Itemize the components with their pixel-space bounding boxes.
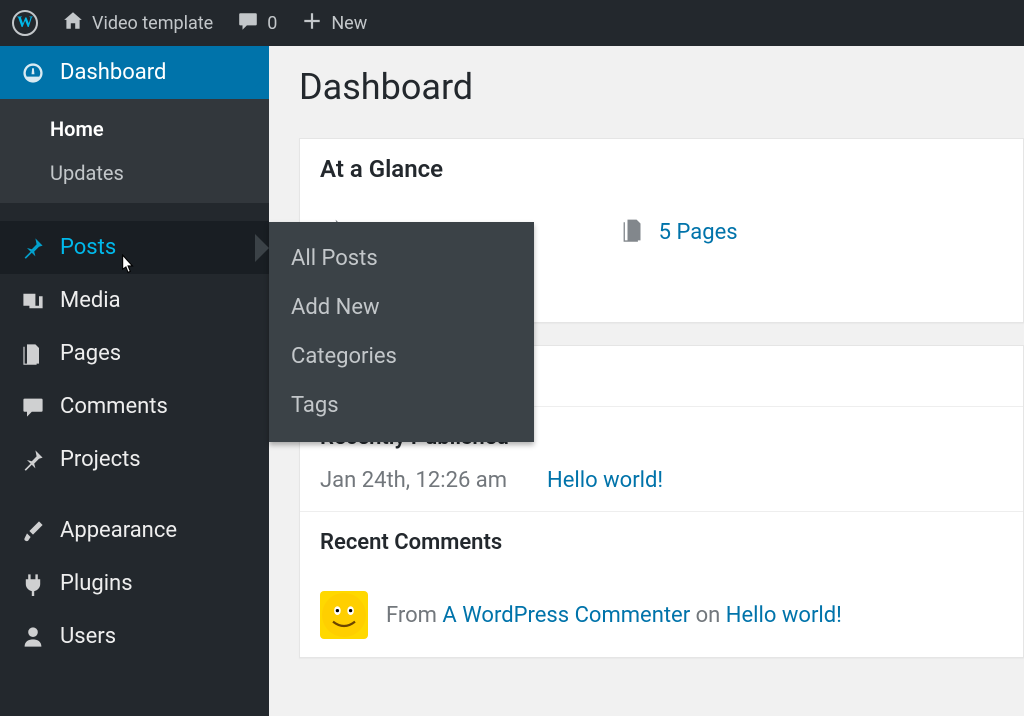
menu-label: Media — [60, 288, 121, 313]
menu-label: Users — [60, 624, 116, 649]
plus-icon — [301, 10, 323, 37]
submenu-updates[interactable]: Updates — [0, 151, 269, 195]
menu-label: Comments — [60, 394, 168, 419]
comment-post-link[interactable]: Hello world! — [726, 603, 842, 628]
user-icon — [20, 625, 46, 649]
menu-label: Dashboard — [60, 60, 166, 85]
menu-label: Posts — [60, 235, 116, 260]
comment-icon — [237, 10, 259, 37]
widget-header: At a Glance — [300, 139, 1023, 199]
pages-icon — [20, 342, 46, 366]
flyout-all-posts[interactable]: All Posts — [269, 234, 534, 283]
admin-bar: W Video template 0 New — [0, 0, 1024, 46]
sidebar-item-comments[interactable]: Comments — [0, 380, 269, 433]
site-name-link[interactable]: Video template — [50, 0, 225, 46]
site-title: Video template — [92, 13, 213, 34]
wordpress-logo-icon: W — [12, 10, 38, 36]
comments-link[interactable]: 0 — [225, 0, 289, 46]
publish-date: Jan 24th, 12:26 am — [320, 468, 507, 493]
submenu-home[interactable]: Home — [0, 107, 269, 151]
menu-separator — [0, 486, 269, 504]
menu-label: Pages — [60, 341, 121, 366]
sidebar-item-users[interactable]: Users — [0, 610, 269, 663]
sidebar-item-dashboard[interactable]: Dashboard — [0, 46, 269, 99]
flyout-tags[interactable]: Tags — [269, 381, 534, 430]
comment-count: 0 — [267, 13, 277, 34]
menu-label: Plugins — [60, 571, 133, 596]
pin-icon — [20, 448, 46, 472]
commenter-link[interactable]: A WordPress Commenter — [442, 603, 690, 628]
new-label: New — [331, 13, 367, 34]
pages-icon — [621, 217, 647, 247]
posts-flyout-submenu: All Posts Add New Categories Tags — [269, 222, 534, 442]
comment-icon — [20, 395, 46, 419]
menu-separator — [0, 203, 269, 221]
menu-label: Appearance — [60, 518, 177, 543]
sidebar-item-appearance[interactable]: Appearance — [0, 504, 269, 557]
admin-sidebar: Dashboard Home Updates Posts Media Pages… — [0, 46, 269, 716]
new-content-link[interactable]: New — [289, 0, 379, 46]
glance-pages[interactable]: 5 Pages — [621, 217, 738, 247]
sidebar-item-pages[interactable]: Pages — [0, 327, 269, 380]
sidebar-item-projects[interactable]: Projects — [0, 433, 269, 486]
comment-meta: From A WordPress Commenter on Hello worl… — [386, 603, 842, 628]
sidebar-item-posts[interactable]: Posts — [0, 221, 269, 274]
sidebar-item-media[interactable]: Media — [0, 274, 269, 327]
section-title: Recent Comments — [320, 530, 1003, 555]
plug-icon — [20, 572, 46, 596]
home-icon — [62, 10, 84, 37]
page-title: Dashboard — [299, 66, 1024, 108]
commenter-avatar — [320, 591, 368, 639]
flyout-categories[interactable]: Categories — [269, 332, 534, 381]
pages-count-link[interactable]: 5 Pages — [659, 220, 738, 245]
menu-label: Projects — [60, 447, 141, 472]
dashboard-icon — [20, 61, 46, 85]
sidebar-item-plugins[interactable]: Plugins — [0, 557, 269, 610]
brush-icon — [20, 519, 46, 543]
recent-comments-section: Recent Comments From A WordPress Comment… — [300, 511, 1023, 657]
pin-icon — [20, 236, 46, 260]
dashboard-submenu: Home Updates — [0, 99, 269, 203]
media-icon — [20, 289, 46, 313]
post-link[interactable]: Hello world! — [547, 468, 663, 493]
flyout-add-new[interactable]: Add New — [269, 283, 534, 332]
comment-row: From A WordPress Commenter on Hello worl… — [320, 573, 1003, 639]
wp-logo-menu[interactable]: W — [0, 0, 50, 46]
